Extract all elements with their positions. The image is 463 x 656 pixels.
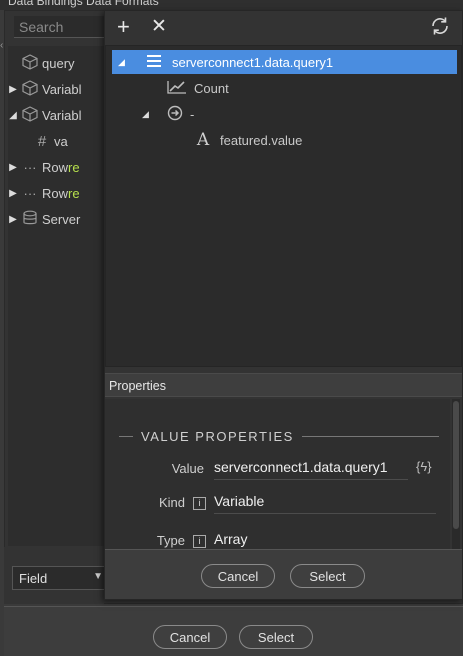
properties-header: Properties bbox=[105, 373, 462, 397]
text-a-icon: A bbox=[196, 130, 210, 150]
tree-item-highlight: re bbox=[68, 159, 80, 175]
tree-item-value[interactable]: # va bbox=[8, 128, 104, 154]
divider bbox=[214, 479, 408, 480]
dialog-toolbar: + ✕ bbox=[105, 11, 462, 45]
info-icon[interactable]: i bbox=[193, 497, 206, 510]
collapse-left-icon[interactable]: ‹ bbox=[0, 40, 3, 51]
tree-item-label: Row bbox=[42, 185, 69, 201]
field-select-value: Field bbox=[19, 571, 48, 586]
type-value: Array bbox=[214, 531, 248, 547]
tree-item-highlight: re bbox=[68, 185, 80, 201]
background-cancel-button[interactable]: Cancel bbox=[153, 625, 227, 649]
tree-item-label: va bbox=[54, 133, 68, 149]
tree-item-label: - bbox=[190, 106, 195, 122]
cube-icon bbox=[18, 105, 42, 125]
add-icon[interactable]: + bbox=[117, 15, 130, 39]
expand-arrow-icon[interactable]: ▶ bbox=[8, 84, 18, 95]
value-field[interactable]: serverconnect1.data.query1 bbox=[214, 459, 388, 475]
kind-label: Kind bbox=[158, 495, 185, 510]
type-label: Type bbox=[156, 533, 185, 548]
dynamic-binding-icon[interactable]: {ϟ} bbox=[416, 459, 432, 474]
expand-arrow-icon[interactable]: ▶ bbox=[8, 188, 18, 199]
collapse-arrow-icon[interactable]: ◢ bbox=[8, 110, 18, 121]
refresh-icon[interactable] bbox=[429, 15, 451, 42]
divider bbox=[119, 436, 133, 437]
close-icon[interactable]: ✕ bbox=[151, 15, 167, 39]
tree-item-label: query bbox=[42, 55, 75, 71]
hash-icon: # bbox=[37, 132, 47, 150]
data-picker-dialog: + ✕ ◢ serverconnect1.data.query1 Count ◢… bbox=[104, 10, 463, 600]
background-select-button[interactable]: Select bbox=[239, 625, 313, 649]
select-button[interactable]: Select bbox=[290, 564, 365, 588]
chart-line-icon bbox=[166, 80, 188, 97]
collapse-arrow-icon[interactable]: ◢ bbox=[118, 57, 125, 68]
collapse-arrow-icon[interactable]: ◢ bbox=[142, 109, 164, 120]
arrow-circle-icon bbox=[164, 105, 186, 124]
tree-item-label: Variabl bbox=[42, 107, 82, 123]
tree-item-server[interactable]: ▶ Server bbox=[8, 206, 104, 232]
expand-arrow-icon[interactable]: ▶ bbox=[8, 162, 18, 173]
background-button-bar: Cancel Select bbox=[4, 606, 463, 656]
info-icon[interactable]: i bbox=[193, 535, 206, 548]
value-properties-section: VALUE PROPERTIES bbox=[119, 429, 439, 444]
chevron-down-icon: ▼ bbox=[93, 571, 103, 582]
list-icon bbox=[146, 54, 162, 71]
value-label: Value bbox=[171, 461, 204, 476]
scrollbar-thumb[interactable] bbox=[453, 401, 459, 529]
cube-icon bbox=[18, 53, 42, 73]
dialog-button-bar: Cancel Select bbox=[105, 549, 462, 599]
divider bbox=[214, 513, 436, 514]
divider bbox=[301, 436, 439, 437]
kind-value: Variable bbox=[214, 493, 265, 509]
cancel-button[interactable]: Cancel bbox=[201, 564, 275, 588]
database-icon bbox=[18, 210, 42, 229]
tree-item-variable-1[interactable]: ▶ Variabl bbox=[8, 76, 104, 102]
tree-item-label: Variabl bbox=[42, 81, 82, 97]
background-titlebar: Data Bindings Data Formats bbox=[0, 0, 463, 10]
tree-item-variable-2[interactable]: ◢ Variabl bbox=[8, 102, 104, 128]
data-tree: ◢ serverconnect1.data.query1 Count ◢ - A… bbox=[105, 45, 462, 367]
tree-item-featured-value[interactable]: A featured.value bbox=[192, 128, 303, 152]
ellipsis-icon: ··· bbox=[23, 185, 37, 201]
search-input[interactable]: Search bbox=[14, 16, 104, 38]
tree-item-label: featured.value bbox=[220, 132, 303, 148]
tree-item-dash[interactable]: ◢ - bbox=[142, 102, 194, 126]
tree-item-root[interactable]: ◢ serverconnect1.data.query1 bbox=[112, 50, 457, 74]
tree-item-query[interactable]: query bbox=[8, 50, 104, 76]
tree-item-label: serverconnect1.data.query1 bbox=[172, 54, 334, 70]
expand-arrow-icon[interactable]: ▶ bbox=[8, 214, 18, 225]
tree-item-count[interactable]: Count bbox=[166, 76, 229, 100]
tree-item-label: Count bbox=[194, 80, 229, 96]
background-title: Data Bindings Data Formats bbox=[8, 0, 159, 8]
tree-item-label: Row bbox=[42, 159, 69, 175]
ellipsis-icon: ··· bbox=[23, 159, 37, 175]
tree-item-row-2[interactable]: ▶ ··· Row re bbox=[8, 180, 104, 206]
tree-item-row-1[interactable]: ▶ ··· Row re bbox=[8, 154, 104, 180]
tree-item-label: Server bbox=[42, 211, 81, 227]
bindings-tree: query ▶ Variabl ◢ Variabl # va ▶ ··· Row… bbox=[8, 46, 104, 546]
properties-panel: VALUE PROPERTIES Value serverconnect1.da… bbox=[105, 399, 450, 549]
cube-icon bbox=[18, 79, 42, 99]
field-select[interactable]: Field ▼ bbox=[12, 566, 108, 590]
section-title: VALUE PROPERTIES bbox=[141, 429, 294, 444]
properties-scrollbar[interactable] bbox=[452, 399, 460, 549]
